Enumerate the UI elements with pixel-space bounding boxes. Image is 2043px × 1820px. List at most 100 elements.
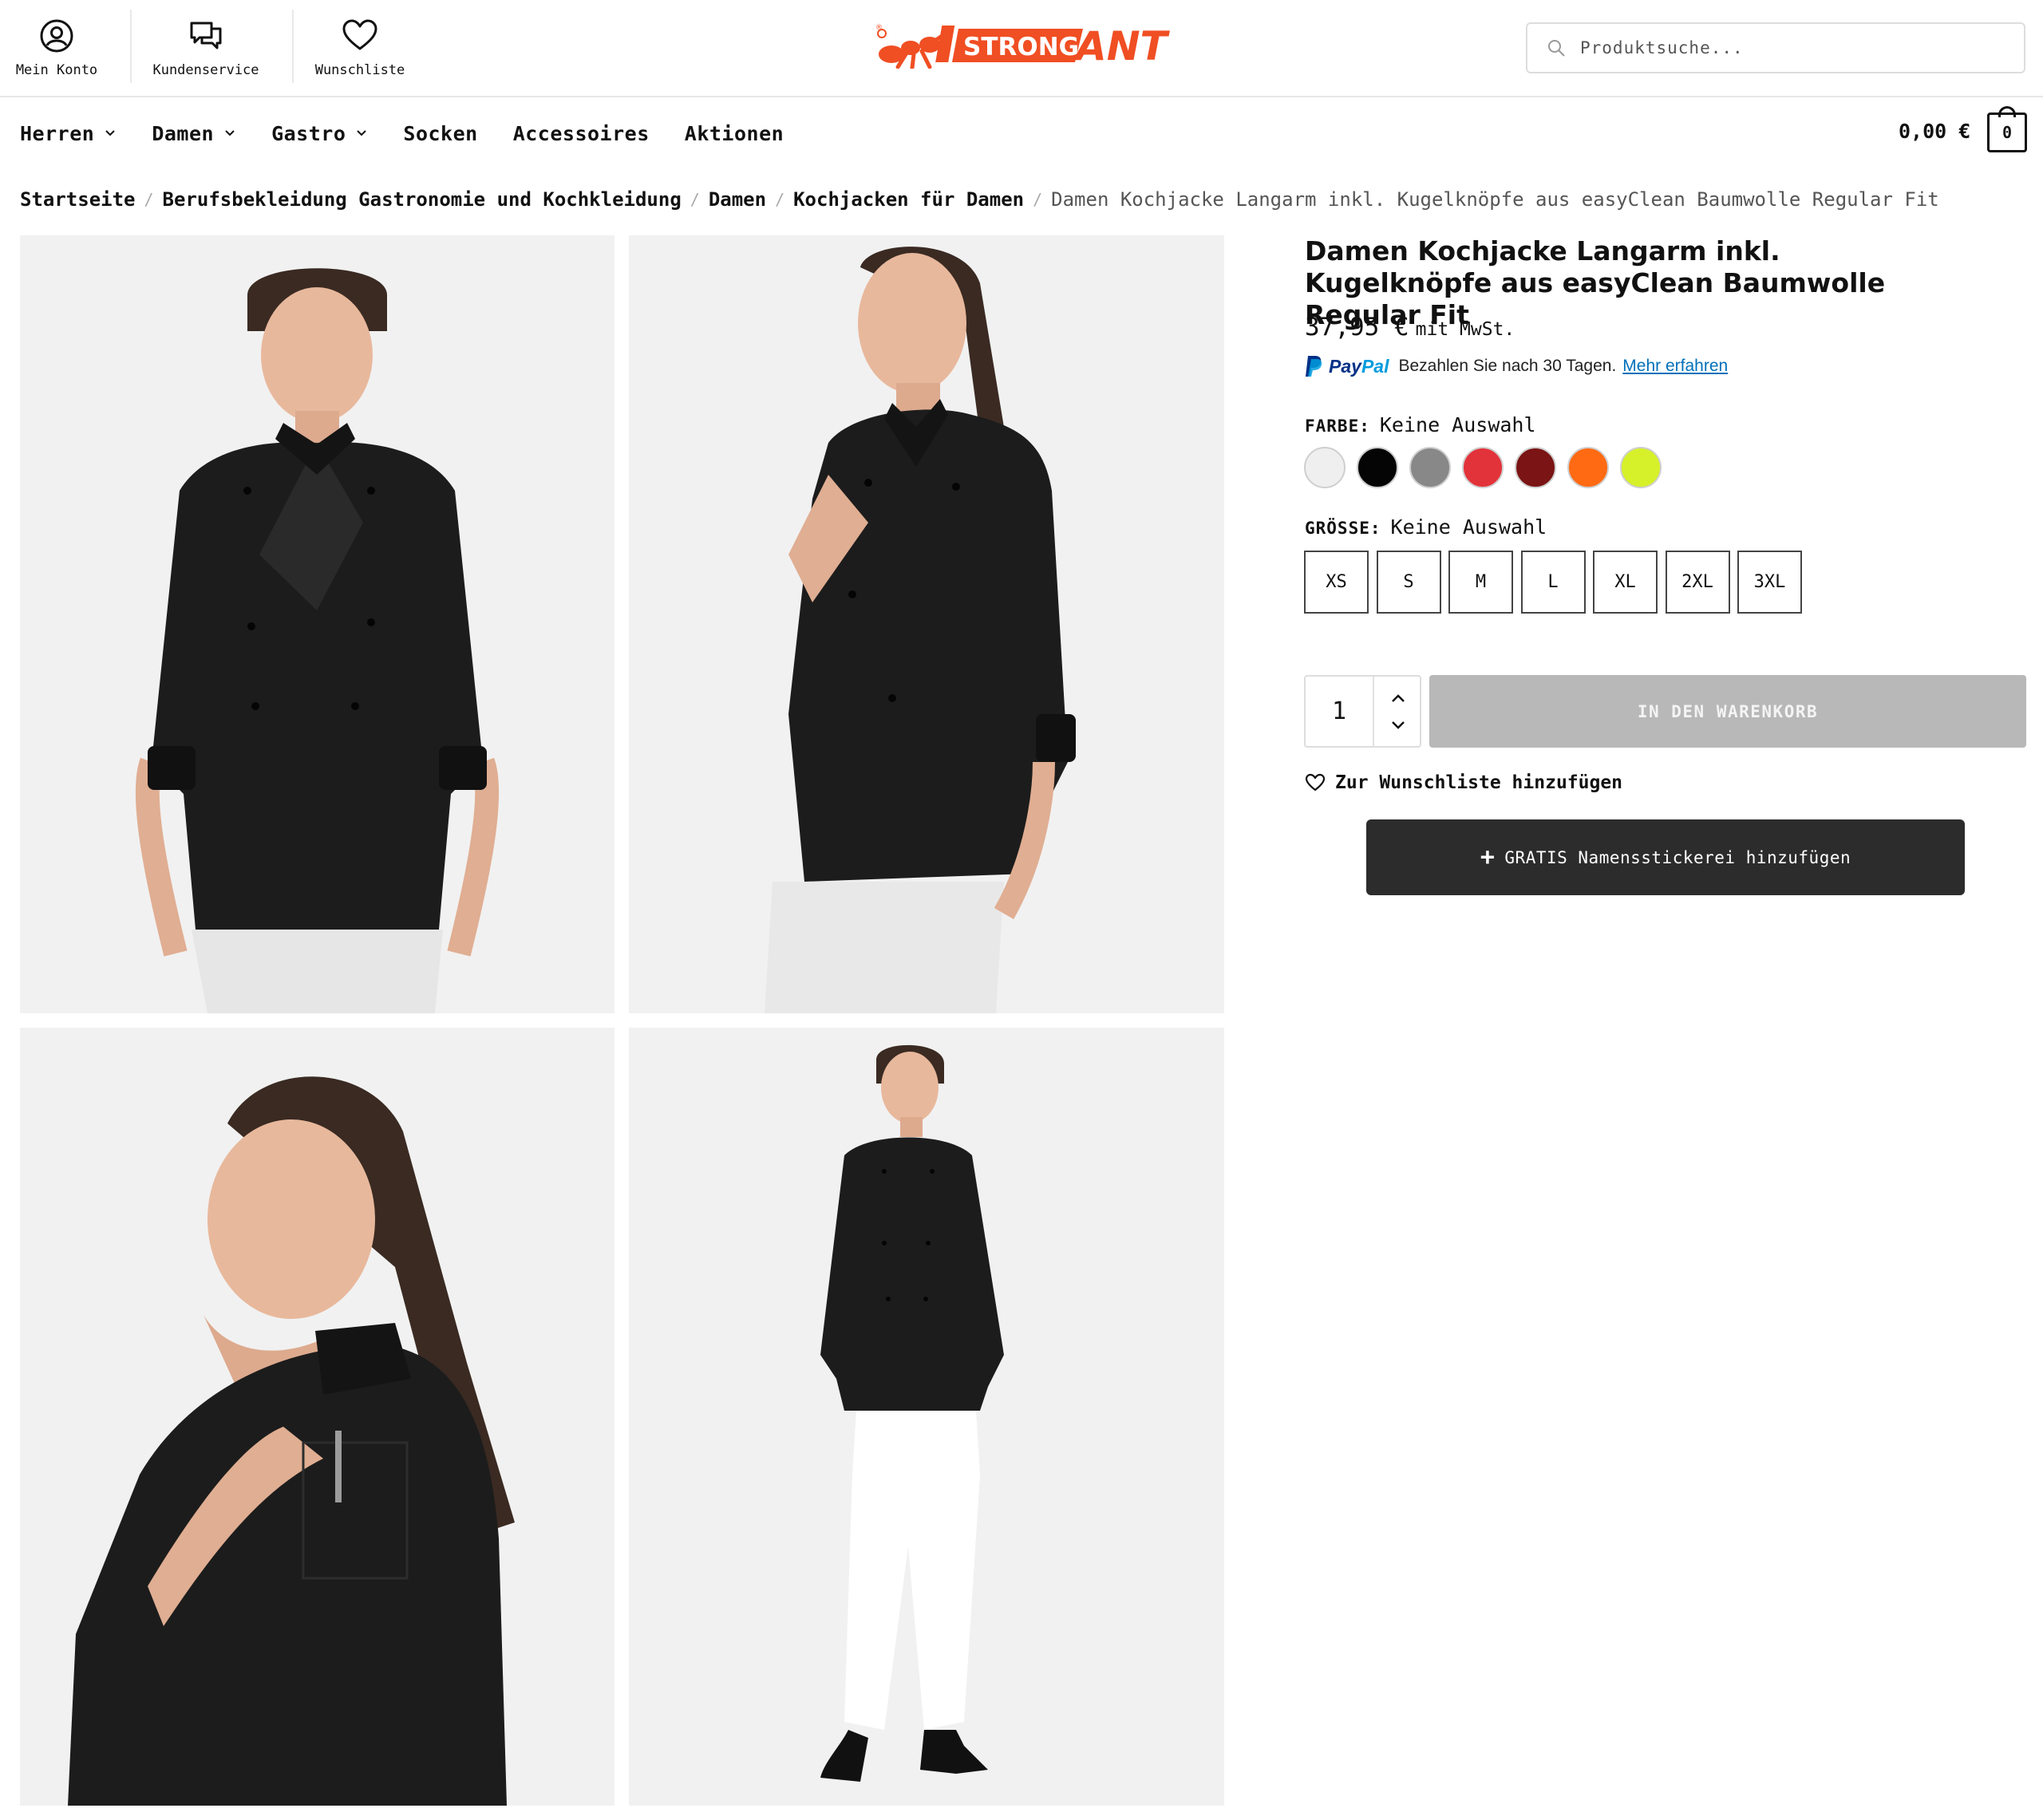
logo-graphic: STRONG ANT ® — [875, 23, 1171, 70]
product-image-side[interactable] — [629, 235, 1224, 1013]
nav-item-gastro[interactable]: Gastro — [271, 122, 368, 145]
chevron-down-icon — [225, 130, 235, 136]
plus-icon: + — [1480, 843, 1496, 871]
add-to-cart-button[interactable]: IN DEN WARENKORB — [1429, 675, 2026, 748]
nav-item-label: Herren — [20, 121, 95, 145]
size-label: GRÖSSE: — [1305, 519, 1381, 538]
cart-total[interactable]: 0,00 € — [1899, 120, 1970, 143]
logo-text-strong: STRONG — [963, 33, 1079, 61]
size-label-row: GRÖSSE: Keine Auswahl — [1305, 515, 1547, 539]
quantity-decrease-button[interactable] — [1382, 713, 1414, 737]
wishlist-link[interactable]: Wunschliste — [303, 0, 417, 96]
color-label: FARBE: — [1305, 417, 1370, 436]
size-option-2xl[interactable]: 2XL — [1665, 551, 1730, 614]
wishlist-label: Wunschliste — [314, 62, 405, 78]
top-bar: Mein Konto Kundenservice Wunschliste STR… — [0, 0, 2043, 97]
nav-item-socken[interactable]: Socken — [403, 122, 477, 145]
product-price-row: 37,95 € mit MwSt. — [1305, 313, 1515, 341]
paypal-learn-more-link[interactable]: Mehr erfahren — [1622, 357, 1728, 376]
breadcrumb-link[interactable]: Damen — [709, 188, 766, 211]
breadcrumb-current: Damen Kochjacke Langarm inkl. Kugelknöpf… — [1051, 188, 1939, 211]
color-value: Keine Auswahl — [1379, 413, 1536, 436]
breadcrumb-separator: / — [144, 190, 154, 209]
paypal-message: PayPal Bezahlen Sie nach 30 Tagen. Mehr … — [1305, 355, 1728, 377]
size-option-s[interactable]: S — [1376, 551, 1441, 614]
paypal-logo-icon — [1306, 356, 1322, 377]
size-option-l[interactable]: L — [1520, 551, 1586, 614]
nav-item-accessoires[interactable]: Accessoires — [513, 122, 650, 145]
size-value: Keine Auswahl — [1390, 515, 1547, 539]
color-swatch-lime[interactable] — [1620, 447, 1662, 488]
nav-item-label: Damen — [152, 121, 215, 145]
my-account-label: Mein Konto — [15, 62, 98, 78]
color-swatch-grey[interactable] — [1409, 447, 1451, 488]
size-option-xs[interactable]: XS — [1304, 551, 1369, 614]
nav-item-damen[interactable]: Damen — [152, 122, 236, 145]
breadcrumb-separator: / — [1033, 190, 1043, 209]
product-photo-side — [629, 235, 1224, 1013]
product-photo-detail — [20, 1028, 614, 1806]
nav-item-label: Gastro — [271, 121, 346, 145]
divider — [292, 10, 294, 83]
cart-count: 0 — [1987, 113, 2027, 152]
paypal-text: Bezahlen Sie nach 30 Tagen. — [1398, 357, 1617, 375]
chevron-down-icon — [105, 130, 116, 136]
product-photo-front — [20, 235, 614, 1013]
product-price: 37,95 € — [1305, 313, 1409, 341]
strongant-logo[interactable]: STRONG ANT ® — [874, 22, 1173, 70]
nav-item-label: Accessoires — [512, 121, 650, 145]
add-to-wishlist-link[interactable]: Zur Wunschliste hinzufügen — [1305, 772, 1622, 793]
color-swatch-bordeaux[interactable] — [1515, 447, 1556, 488]
chat-bubbles-icon — [190, 22, 222, 49]
nav-item-aktionen[interactable]: Aktionen — [685, 122, 784, 145]
paypal-wordmark-pay: Pay — [1329, 355, 1361, 377]
product-image-front[interactable] — [20, 235, 614, 1013]
color-swatches — [1304, 447, 1673, 488]
quantity-input[interactable]: 1 — [1306, 677, 1374, 746]
heart-icon — [342, 19, 377, 50]
color-swatch-white[interactable] — [1304, 447, 1346, 488]
paypal-wordmark: PayPal — [1329, 356, 1389, 377]
nav-item-label: Aktionen — [684, 121, 784, 145]
size-option-m[interactable]: M — [1448, 551, 1513, 614]
logo-registered: ® — [875, 24, 883, 32]
color-label-row: FARBE: Keine Auswahl — [1305, 413, 1536, 436]
quantity-increase-button[interactable] — [1382, 686, 1414, 710]
nav-item-label: Socken — [403, 121, 478, 145]
size-option-xl[interactable]: XL — [1593, 551, 1658, 614]
chevron-down-icon — [1392, 721, 1405, 729]
breadcrumb: Startseite / Berufsbekleidung Gastronomi… — [20, 188, 1939, 211]
size-options: XS S M L XL 2XL 3XL — [1304, 551, 1810, 614]
search-input[interactable] — [1580, 38, 1995, 57]
chevron-down-icon — [357, 130, 367, 136]
wishlist-link-label: Zur Wunschliste hinzufügen — [1335, 772, 1623, 793]
breadcrumb-separator: / — [690, 190, 700, 209]
size-option-3xl[interactable]: 3XL — [1737, 551, 1802, 614]
product-image-full[interactable] — [629, 1028, 1224, 1806]
nav-item-herren[interactable]: Herren — [20, 122, 117, 145]
my-account-link[interactable]: Mein Konto — [0, 0, 113, 96]
color-swatch-orange[interactable] — [1567, 447, 1609, 488]
search-box[interactable] — [1526, 22, 2025, 73]
customer-service-link[interactable]: Kundenservice — [140, 0, 271, 96]
breadcrumb-link[interactable]: Kochjacken für Damen — [793, 188, 1024, 211]
color-swatch-black[interactable] — [1357, 447, 1398, 488]
cart-button[interactable]: 0 — [1987, 106, 2027, 152]
product-photo-full — [629, 1028, 1224, 1806]
logo-text-ant: ANT — [1073, 23, 1171, 69]
breadcrumb-link[interactable]: Berufsbekleidung Gastronomie und Kochkle… — [163, 188, 682, 211]
divider — [130, 10, 132, 83]
customer-service-label: Kundenservice — [152, 62, 259, 78]
color-swatch-red[interactable] — [1462, 447, 1504, 488]
search-icon — [1548, 40, 1565, 57]
product-image-detail[interactable] — [20, 1028, 614, 1806]
paypal-wordmark-pal: Pal — [1361, 355, 1389, 377]
breadcrumb-link[interactable]: Startseite — [20, 188, 136, 211]
embroidery-label: GRATIS Namensstickerei hinzufügen — [1504, 847, 1851, 867]
heart-icon — [1305, 773, 1326, 792]
chevron-up-icon — [1392, 694, 1405, 702]
quantity-stepper: 1 — [1304, 675, 1421, 748]
breadcrumb-separator: / — [775, 190, 785, 209]
main-nav: Herren Damen Gastro Socken Accessoires A… — [20, 120, 819, 147]
add-embroidery-button[interactable]: + GRATIS Namensstickerei hinzufügen — [1366, 819, 1965, 895]
